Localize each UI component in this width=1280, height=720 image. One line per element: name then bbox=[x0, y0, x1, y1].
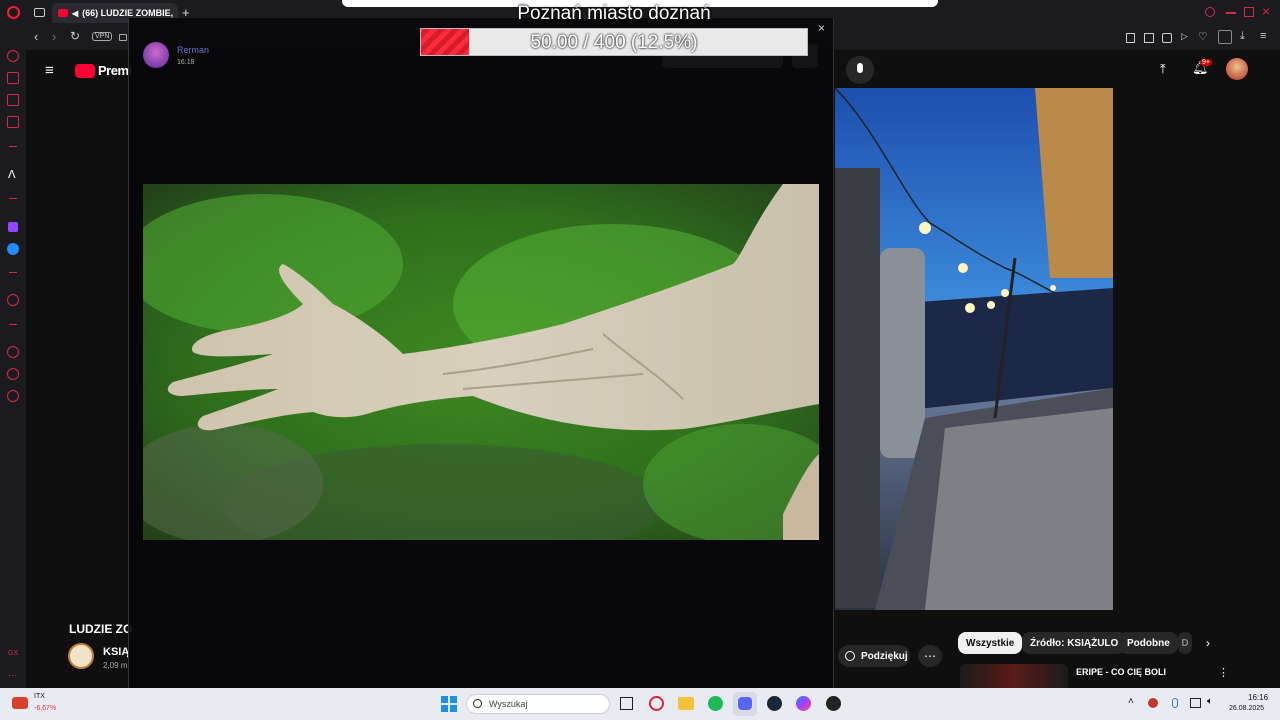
thanks-icon bbox=[845, 651, 855, 661]
opera-taskbar-icon[interactable] bbox=[649, 696, 664, 711]
lightbox-time: 16:18 bbox=[177, 59, 195, 66]
minimize-button[interactable] bbox=[1226, 12, 1236, 14]
hamburger-icon[interactable]: ≡ bbox=[45, 62, 54, 79]
windows-taskbar: ITX -6,67% Wyszukaj ˄ 🔈︎ 16:16 26.08.202… bbox=[0, 688, 1280, 720]
gx-icon[interactable]: GX bbox=[8, 650, 18, 657]
tray-mic-icon[interactable] bbox=[1172, 698, 1178, 708]
clock-time[interactable]: 16:16 bbox=[1248, 693, 1268, 702]
more-actions-button[interactable]: ⋯ bbox=[918, 645, 942, 667]
reload-icon[interactable]: ↻ bbox=[70, 29, 80, 43]
player-icon[interactable] bbox=[7, 116, 19, 128]
lightbox-image bbox=[143, 184, 819, 540]
weather-label: ITX bbox=[34, 693, 45, 700]
network-icon[interactable] bbox=[1190, 698, 1201, 708]
snapshot-icon[interactable] bbox=[1126, 33, 1135, 43]
start-icon[interactable] bbox=[441, 696, 457, 712]
chip-related[interactable]: Podobne bbox=[1119, 632, 1178, 654]
chips-next-icon[interactable]: › bbox=[1206, 636, 1210, 650]
twitch-icon[interactable] bbox=[8, 222, 18, 232]
search-placeholder: Wyszukaj bbox=[489, 699, 528, 709]
avatar[interactable] bbox=[1226, 58, 1248, 80]
arm-image bbox=[143, 184, 819, 540]
clock-icon[interactable] bbox=[7, 346, 19, 358]
youtube-logo-icon[interactable] bbox=[75, 64, 95, 78]
games-icon[interactable] bbox=[7, 294, 19, 306]
subscriber-count: 2,09 m bbox=[103, 661, 128, 670]
weather-icon[interactable] bbox=[12, 697, 28, 709]
donation-progress-text: 50.00 / 400 (12.5%) bbox=[530, 32, 698, 53]
extensions-icon[interactable] bbox=[7, 368, 19, 380]
heart-icon[interactable]: ♡ bbox=[1198, 30, 1208, 43]
chip-more[interactable]: D bbox=[1178, 632, 1192, 654]
tray-chevron-icon[interactable]: ˄ bbox=[1128, 696, 1134, 707]
close-window-button[interactable]: × bbox=[1262, 3, 1270, 19]
forward-icon[interactable]: › bbox=[52, 29, 56, 44]
chip-source[interactable]: Źródło: KSIĄŻULO bbox=[1022, 632, 1127, 654]
lightbox-close-button[interactable]: × bbox=[818, 21, 825, 35]
extension-icon[interactable] bbox=[1218, 30, 1232, 44]
speaker-icon[interactable]: ◀ bbox=[72, 9, 78, 18]
back-icon[interactable]: ‹ bbox=[34, 29, 38, 44]
video-frame bbox=[835, 88, 1113, 610]
notification-badge: 9+ bbox=[1200, 59, 1212, 66]
vpn-badge[interactable]: VPN bbox=[92, 32, 113, 41]
recommended-title[interactable]: ERIPE - CO CIĘ BOLI bbox=[1076, 667, 1166, 677]
search-tabs-icon[interactable] bbox=[1205, 7, 1215, 17]
overlay-title: Poznań miasto doznań bbox=[517, 3, 711, 24]
discord-logo-icon bbox=[738, 697, 752, 710]
explorer-icon[interactable] bbox=[678, 697, 694, 710]
mic-icon bbox=[857, 63, 863, 73]
lightbox-author[interactable]: Rerman bbox=[177, 45, 209, 55]
youtube-logo-text: Premi bbox=[98, 63, 132, 78]
lock-icon bbox=[119, 34, 127, 41]
sidebar-divider bbox=[9, 146, 17, 147]
messenger-taskbar-icon[interactable] bbox=[796, 696, 811, 711]
chip-all[interactable]: Wszystkie bbox=[958, 632, 1023, 654]
upload-icon[interactable]: ⤒ bbox=[1160, 61, 1166, 77]
menu-icon[interactable]: ≡ bbox=[1260, 30, 1266, 42]
tab-title: (66) LUDZIE ZOMBIE, bbox=[82, 8, 174, 18]
thanks-label: Podziękuj bbox=[861, 651, 908, 662]
play-icon[interactable]: ▷ bbox=[1181, 31, 1188, 42]
download-icon[interactable]: ⤓ bbox=[1240, 30, 1245, 43]
recommended-menu-icon[interactable]: ⋮ bbox=[1218, 666, 1229, 679]
tab-island-icon[interactable] bbox=[34, 8, 45, 17]
task-view-icon[interactable] bbox=[620, 697, 633, 710]
steam-icon[interactable] bbox=[767, 696, 782, 711]
spotify-icon[interactable] bbox=[708, 696, 723, 711]
search-icon bbox=[473, 699, 482, 708]
channel-name[interactable]: KSIĄ bbox=[103, 646, 129, 658]
bookmarks-icon[interactable] bbox=[7, 94, 19, 106]
aria-icon[interactable] bbox=[7, 72, 19, 84]
search-box[interactable] bbox=[466, 694, 610, 714]
volume-icon[interactable]: 🔈︎ bbox=[1207, 696, 1213, 707]
pip-icon[interactable] bbox=[1162, 33, 1172, 43]
obs-icon[interactable] bbox=[826, 696, 841, 711]
weather-value: -6,67% bbox=[34, 705, 57, 712]
clock-date[interactable]: 26.08.2025 bbox=[1229, 705, 1264, 712]
youtube-favicon-icon bbox=[58, 9, 68, 17]
history-icon[interactable] bbox=[7, 50, 19, 62]
opera-logo-icon[interactable] bbox=[7, 6, 20, 19]
video-title: LUDZIE ZO bbox=[69, 622, 133, 636]
maximize-button[interactable] bbox=[1244, 7, 1254, 17]
tray-app-icon[interactable] bbox=[1148, 698, 1158, 708]
browser-sidebar: ᐱ GX ··· bbox=[0, 26, 26, 688]
alt-app-icon[interactable]: ᐱ bbox=[8, 168, 16, 181]
sidebar-divider bbox=[9, 324, 17, 325]
video-player[interactable] bbox=[835, 88, 1113, 610]
more-sidebar-icon[interactable]: ··· bbox=[8, 670, 17, 680]
sidebar-divider bbox=[9, 272, 17, 273]
lightbox-author-avatar bbox=[143, 42, 169, 68]
screenshot-icon[interactable] bbox=[1144, 33, 1154, 43]
sidebar-divider bbox=[9, 198, 17, 199]
channel-avatar[interactable] bbox=[68, 643, 94, 669]
settings-icon[interactable] bbox=[7, 390, 19, 402]
donation-progress-bar: 50.00 / 400 (12.5%) bbox=[420, 28, 808, 56]
messenger-icon[interactable] bbox=[7, 243, 19, 255]
recommended-thumbnail[interactable] bbox=[960, 664, 1068, 688]
